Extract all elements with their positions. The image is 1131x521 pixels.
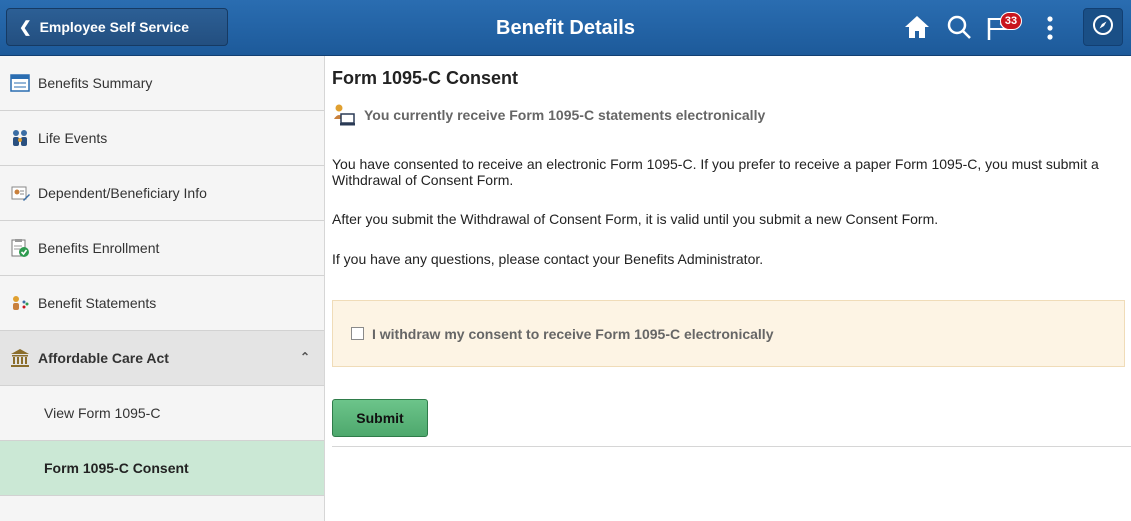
sidebar-item-label: View Form 1095-C xyxy=(44,405,161,421)
dependent-info-icon xyxy=(10,183,30,203)
sidebar-item-label: Benefits Enrollment xyxy=(38,240,160,256)
home-icon[interactable] xyxy=(902,12,932,47)
sidebar-item-view-form-1095c[interactable]: View Form 1095-C xyxy=(0,386,324,441)
enrollment-icon xyxy=(10,238,30,258)
validity-paragraph: After you submit the Withdrawal of Conse… xyxy=(332,211,939,227)
sidebar-item-benefits-summary[interactable]: Benefits Summary xyxy=(0,56,324,111)
sidebar-item-label: Benefit Statements xyxy=(38,295,157,311)
sidebar-item-benefits-enrollment[interactable]: Benefits Enrollment xyxy=(0,221,324,276)
page-title: Form 1095-C Consent xyxy=(332,68,519,88)
actions-menu-icon[interactable] xyxy=(1044,14,1056,49)
chevron-left-icon: ❮ xyxy=(19,19,32,36)
statements-icon xyxy=(10,293,30,313)
chevron-up-icon[interactable]: ⌃ xyxy=(300,350,310,364)
sidebar-group-label: Affordable Care Act xyxy=(38,350,169,366)
bank-building-icon xyxy=(10,348,30,368)
sidebar-item-dependent-info[interactable]: Dependent/Beneficiary Info xyxy=(0,166,324,221)
back-button-label: Employee Self Service xyxy=(39,19,189,35)
benefits-summary-icon xyxy=(10,73,30,93)
header-banner: ❮ Employee Self Service Benefit Details … xyxy=(0,0,1131,56)
notification-count-badge: 33 xyxy=(1000,12,1022,30)
sidebar-item-label: Benefits Summary xyxy=(38,75,153,91)
back-button[interactable]: ❮ Employee Self Service xyxy=(6,8,228,46)
person-computer-icon xyxy=(332,103,356,127)
withdraw-consent-label[interactable]: I withdraw my consent to receive Form 10… xyxy=(372,326,773,342)
navbar-button[interactable] xyxy=(1083,8,1123,46)
search-icon[interactable] xyxy=(944,12,974,47)
sidebar-group-affordable-care-act[interactable]: Affordable Care Act ⌃ xyxy=(0,331,324,386)
contact-paragraph: If you have any questions, please contac… xyxy=(332,251,764,267)
sidebar-item-label: Life Events xyxy=(38,130,108,146)
consent-paragraph: You have consented to receive an electro… xyxy=(332,156,1099,188)
withdraw-consent-checkbox[interactable] xyxy=(351,327,364,340)
sidebar-item-label: Form 1095-C Consent xyxy=(44,460,189,476)
sidebar-item-life-events[interactable]: Life Events xyxy=(0,111,324,166)
sidebar: Benefits Summary Life Events Dependent/B… xyxy=(0,56,325,521)
withdraw-consent-box: I withdraw my consent to receive Form 10… xyxy=(332,300,1125,367)
status-text: You currently receive Form 1095-C statem… xyxy=(364,107,766,123)
consent-status: You currently receive Form 1095-C statem… xyxy=(332,103,765,127)
life-events-icon xyxy=(10,128,30,148)
sidebar-item-form-1095c-consent[interactable]: Form 1095-C Consent xyxy=(0,441,324,496)
sidebar-item-label: Dependent/Beneficiary Info xyxy=(38,185,207,201)
navbar-compass-icon xyxy=(1091,13,1115,42)
submit-button[interactable]: Submit xyxy=(332,399,428,437)
sidebar-item-benefit-statements[interactable]: Benefit Statements xyxy=(0,276,324,331)
divider xyxy=(332,446,1131,447)
main-content: Form 1095-C Consent You currently receiv… xyxy=(332,56,1131,521)
